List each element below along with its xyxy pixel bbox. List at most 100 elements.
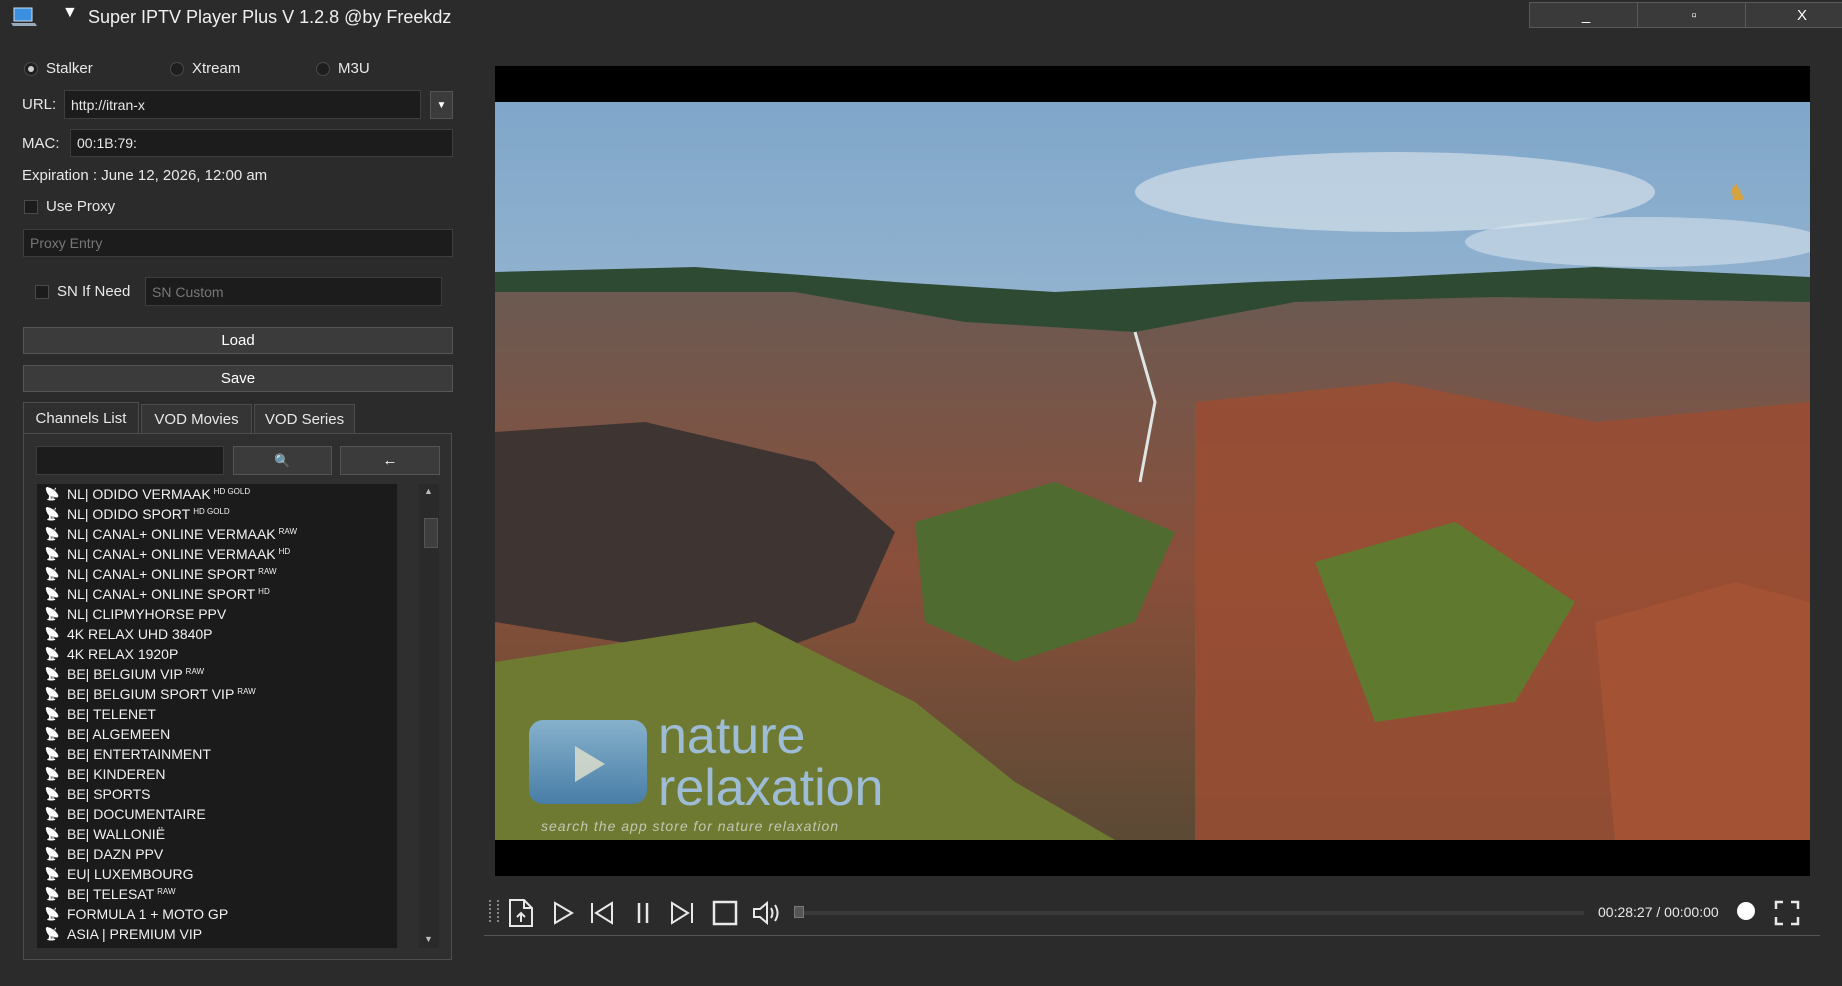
mac-input[interactable]: 00:1B:79: (70, 129, 453, 157)
channel-list-item[interactable]: 📡 BE| WALLONIË (37, 824, 397, 844)
channel-list-item[interactable]: 📡 BE| ENTERTAINMENT (37, 744, 397, 764)
next-button[interactable] (666, 898, 698, 928)
search-button[interactable]: 🔍 (233, 446, 332, 475)
radio-xtream[interactable]: Xtream (170, 60, 240, 77)
controls-divider (484, 935, 1820, 936)
channel-list-item[interactable]: 📡 NL| CLIPMYHORSE PPV (37, 604, 397, 624)
previous-button[interactable] (586, 898, 618, 928)
scroll-thumb[interactable] (424, 518, 438, 548)
scroll-up-icon[interactable]: ▲ (424, 486, 433, 496)
url-dropdown-button[interactable]: ▼ (430, 91, 453, 119)
pause-icon (637, 903, 649, 923)
satellite-dish-icon: 📡 (44, 867, 60, 881)
menu-dropdown-icon[interactable]: ▼ (62, 4, 78, 22)
url-input[interactable]: http://itran-x (64, 90, 421, 119)
save-button[interactable]: Save (23, 365, 453, 392)
channel-list-item[interactable]: 📡 BE| ALGEMEEN (37, 724, 397, 744)
radio-m3u[interactable]: M3U (316, 60, 370, 77)
radio-label: M3U (338, 60, 370, 77)
sn-input[interactable]: SN Custom (145, 277, 442, 306)
video-area[interactable]: nature relaxation search the app store f… (495, 66, 1810, 876)
channel-name: FORMULA 1 + MOTO GP (67, 906, 229, 922)
play-icon (554, 901, 574, 925)
close-button[interactable]: X (1745, 2, 1842, 28)
time-display: 00:28:27 / 00:00:00 (1598, 904, 1719, 920)
channel-list-item[interactable]: 📡 NL| CANAL+ ONLINE SPORT RAW (37, 564, 397, 584)
channel-list-item[interactable]: 📡 BE| BELGIUM VIP RAW (37, 664, 397, 684)
maximize-button[interactable]: ▫ (1637, 2, 1751, 28)
open-file-icon (509, 899, 533, 927)
channel-name: BE| DAZN PPV (67, 846, 164, 862)
volume-knob[interactable] (1737, 902, 1755, 920)
channel-list-item[interactable]: 📡 NL| ODIDO SPORT HD GOLD (37, 504, 397, 524)
channel-list-item[interactable]: 📡 BE| DAZN PPV (37, 844, 397, 864)
channel-name: BE| SPORTS (67, 786, 151, 802)
load-button[interactable]: Load (23, 327, 453, 354)
channel-quality-tag: HD (258, 586, 270, 596)
channel-list-item[interactable]: 📡 NL| CANAL+ ONLINE VERMAAK HD (37, 544, 397, 564)
radio-unselected-icon (170, 61, 184, 76)
minimize-button[interactable]: _ (1529, 2, 1643, 28)
fullscreen-icon (1774, 900, 1800, 926)
radio-label: Stalker (46, 60, 93, 77)
stop-icon (712, 900, 738, 926)
channel-list-item[interactable]: 📡 EU| LUXEMBOURG (37, 864, 397, 884)
channel-quality-tag: RAW (258, 566, 277, 576)
proxy-input[interactable]: Proxy Entry (23, 229, 453, 257)
channel-list-item[interactable]: 📡 NL| CANAL+ ONLINE VERMAAK RAW (37, 524, 397, 544)
channel-list-item[interactable]: 📡 4K RELAX UHD 3840P (37, 624, 397, 644)
satellite-dish-icon: 📡 (44, 847, 60, 861)
title-bar: ▼ Super IPTV Player Plus V 1.2.8 @by Fre… (0, 0, 1842, 34)
channel-list-item[interactable]: 📡 4K RELAX 1920P (37, 644, 397, 664)
back-button[interactable]: ← (340, 446, 440, 475)
sn-checkbox[interactable]: SN If Need (35, 283, 130, 300)
channel-quality-tag: HD GOLD (193, 506, 230, 516)
channel-list-item[interactable]: 📡 BE| TELESAT RAW (37, 884, 397, 904)
channel-list-item[interactable]: 📡 BE| DOCUMENTAIRE (37, 804, 397, 824)
seek-handle[interactable] (794, 906, 804, 918)
channel-list-item[interactable]: 📡 NL| CANAL+ ONLINE SPORT HD (37, 584, 397, 604)
channel-list-item[interactable]: 📡 BE| KINDEREN (37, 764, 397, 784)
stop-button[interactable] (708, 898, 742, 928)
radio-label: Xtream (192, 60, 241, 77)
channel-list-scrollbar[interactable]: ▲ ▼ (419, 484, 439, 948)
tab-vod-movies[interactable]: VOD Movies (141, 404, 252, 434)
channel-search-input[interactable] (36, 446, 224, 475)
use-proxy-checkbox[interactable]: Use Proxy (24, 198, 115, 215)
scroll-down-icon[interactable]: ▼ (424, 934, 433, 944)
radio-stalker[interactable]: Stalker (24, 60, 93, 77)
satellite-dish-icon: 📡 (44, 687, 60, 701)
channel-list-item[interactable]: 📡 BE| TELENET (37, 704, 397, 724)
channel-list-item[interactable]: 📡 BE| SPORTS (37, 784, 397, 804)
radio-unselected-icon (316, 61, 330, 76)
channel-name: NL| CANAL+ ONLINE VERMAAK (67, 546, 276, 562)
channel-list-item[interactable]: 📡 FORMULA 1 + MOTO GP (37, 904, 397, 924)
channel-list-item[interactable]: 📡 ASIA | PREMIUM VIP (37, 924, 397, 944)
tab-channels-list[interactable]: Channels List (23, 402, 139, 434)
use-proxy-label: Use Proxy (46, 198, 116, 215)
channel-name: BE| ENTERTAINMENT (67, 746, 211, 762)
pause-button[interactable] (628, 898, 658, 928)
play-button[interactable] (548, 898, 578, 928)
seek-bar[interactable] (794, 911, 1584, 915)
tab-vod-series[interactable]: VOD Series (254, 404, 355, 434)
chevron-down-icon: ▼ (436, 99, 447, 111)
open-file-button[interactable] (504, 898, 538, 928)
back-arrow-icon: ← (382, 452, 398, 469)
volume-button[interactable] (750, 898, 786, 928)
grip-handle-icon[interactable] (489, 900, 499, 922)
fullscreen-button[interactable] (1772, 898, 1802, 928)
play-icon (575, 746, 605, 782)
previous-icon (591, 901, 613, 925)
channel-list[interactable]: 📡 NL| ODIDO VERMAAK HD GOLD 📡 NL| ODIDO SPOR… (37, 484, 397, 948)
checkbox-icon (35, 284, 49, 299)
channel-name: NL| ODIDO VERMAAK (67, 486, 211, 502)
window-title: Super IPTV Player Plus V 1.2.8 @by Freek… (88, 7, 452, 27)
channel-list-item[interactable]: 📡 NL| ODIDO VERMAAK HD GOLD (37, 484, 397, 504)
channel-name: BE| KINDEREN (67, 766, 166, 782)
watermark-text-nature: nature (658, 707, 806, 765)
channel-list-item[interactable]: 📡 BE| BELGIUM SPORT VIP RAW (37, 684, 397, 704)
channel-logo-icon: ♞ (1727, 180, 1747, 205)
channel-quality-tag: HD GOLD (213, 486, 251, 496)
satellite-dish-icon: 📡 (44, 767, 60, 781)
